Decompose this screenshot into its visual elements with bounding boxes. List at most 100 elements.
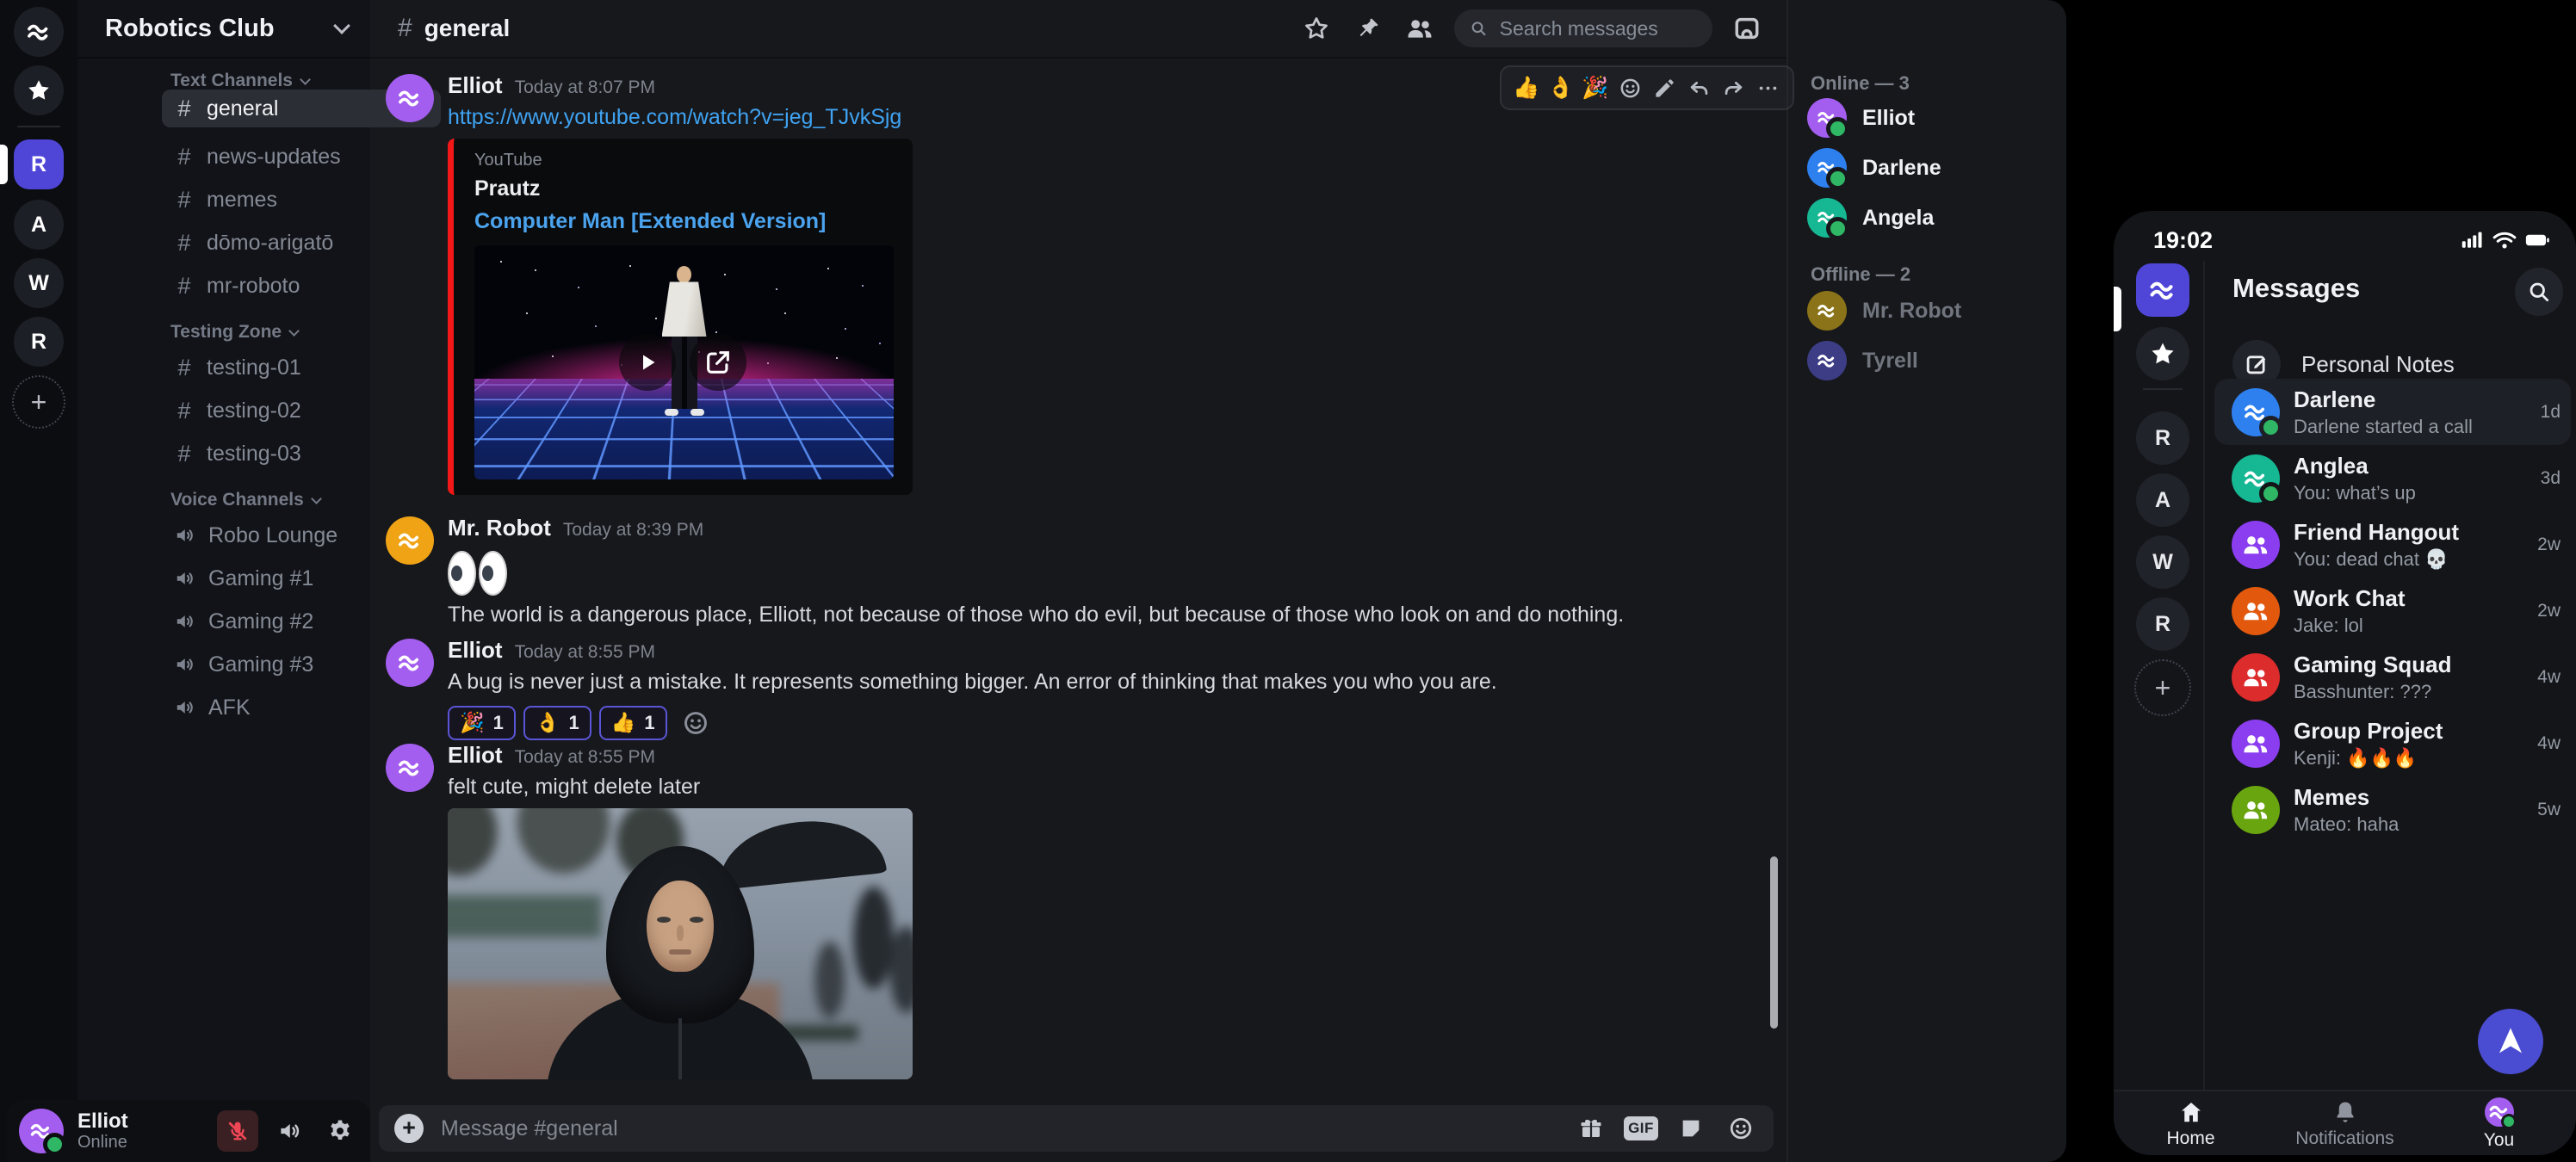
edit-message-button[interactable] bbox=[1648, 71, 1681, 105]
message-input[interactable] bbox=[439, 1116, 1558, 1142]
member-angela[interactable]: Angela bbox=[1807, 196, 2048, 239]
mic-mute-button[interactable] bbox=[217, 1110, 258, 1152]
saved-messages-button[interactable] bbox=[2136, 327, 2189, 380]
server-a[interactable]: A bbox=[2136, 473, 2189, 527]
speaker-icon bbox=[277, 1118, 303, 1144]
server-a[interactable]: A bbox=[14, 200, 64, 250]
message-text: A bug is never just a mistake. It repres… bbox=[448, 670, 1497, 695]
server-robotics-club[interactable]: R bbox=[14, 139, 64, 189]
add-server-button[interactable]: + bbox=[2134, 659, 2191, 716]
search-icon bbox=[2527, 280, 2551, 304]
group-avatar bbox=[2232, 587, 2280, 635]
server-r[interactable]: R bbox=[2136, 411, 2189, 465]
members-toggle-button[interactable] bbox=[1403, 11, 1437, 46]
member-elliot[interactable]: Elliot bbox=[1807, 96, 2048, 139]
category-text-channels[interactable]: Text Channels bbox=[170, 71, 309, 91]
gif-picker-button[interactable]: GIF bbox=[1624, 1111, 1658, 1146]
more-options-button[interactable] bbox=[1751, 71, 1784, 105]
chat-row-group-project[interactable]: Group ProjectKenji: 🔥🔥🔥 4w bbox=[2214, 710, 2571, 776]
server-r2[interactable]: R bbox=[2136, 597, 2189, 651]
speaker-icon bbox=[174, 696, 196, 719]
nav-you[interactable]: You bbox=[2422, 1091, 2576, 1155]
message-timestamp: Today at 8:55 PM bbox=[515, 642, 655, 663]
reply-button[interactable] bbox=[1682, 71, 1715, 105]
message-author[interactable]: Elliot bbox=[448, 742, 503, 769]
message-author[interactable]: Mr. Robot bbox=[448, 515, 551, 541]
quick-react-thumbsup[interactable]: 👍 bbox=[1510, 71, 1543, 105]
add-reaction-button[interactable] bbox=[1613, 71, 1646, 105]
compose-icon bbox=[2245, 352, 2269, 376]
message-author[interactable]: Elliot bbox=[448, 72, 503, 99]
online-status-dot bbox=[2259, 482, 2282, 505]
member-darlene[interactable]: Darlene bbox=[1807, 146, 2048, 189]
add-server-button[interactable]: + bbox=[12, 375, 65, 429]
message-link[interactable]: https://www.youtube.com/watch?v=jeg_TJvk… bbox=[448, 105, 913, 130]
nav-home[interactable]: Home bbox=[2114, 1091, 2268, 1155]
chat-row-gaming-squad[interactable]: Gaming SquadBasshunter: ??? 4w bbox=[2214, 644, 2571, 710]
chevron-down-icon bbox=[311, 493, 322, 504]
avatar[interactable] bbox=[386, 516, 434, 565]
chat-row-memes[interactable]: MemesMateo: haha 5w bbox=[2214, 776, 2571, 843]
open-external-button[interactable] bbox=[690, 334, 746, 391]
avatar[interactable] bbox=[386, 74, 434, 122]
embed-title[interactable]: Computer Man [Extended Version] bbox=[474, 209, 894, 234]
chat-row-friend-hangout[interactable]: Friend HangoutYou: dead chat 💀 2w bbox=[2214, 511, 2571, 578]
add-reaction-button[interactable] bbox=[682, 709, 709, 737]
chat-row-anglea[interactable]: AngleaYou: what’s up 3d bbox=[2214, 445, 2571, 511]
avatar bbox=[2232, 388, 2280, 436]
server-w[interactable]: W bbox=[14, 258, 64, 308]
avatar[interactable] bbox=[386, 744, 434, 792]
deafen-button[interactable] bbox=[272, 1110, 308, 1152]
chat-row-work-chat[interactable]: Work ChatJake: lol 2w bbox=[2214, 578, 2571, 644]
server-w[interactable]: W bbox=[2136, 535, 2189, 589]
new-message-fab[interactable] bbox=[2478, 1009, 2543, 1074]
member-mr-robot[interactable]: Mr. Robot bbox=[1807, 289, 2048, 332]
emoji-picker-button[interactable] bbox=[1724, 1111, 1758, 1146]
reaction-party[interactable]: 🎉1 bbox=[448, 706, 516, 740]
home-button[interactable] bbox=[2136, 263, 2189, 317]
reaction-thumbsup[interactable]: 👍1 bbox=[599, 706, 667, 740]
group-icon bbox=[2241, 596, 2270, 626]
chat-row-darlene[interactable]: DarleneDarlene started a call 1d bbox=[2214, 379, 2571, 445]
channel-header: # general bbox=[370, 0, 1786, 59]
online-status-dot bbox=[1826, 167, 1849, 190]
sidebar-toggle-button[interactable] bbox=[1730, 11, 1764, 46]
pinned-messages-button[interactable] bbox=[1351, 11, 1385, 46]
play-button[interactable] bbox=[619, 334, 676, 391]
saved-messages-button[interactable] bbox=[14, 65, 64, 115]
avatar bbox=[2232, 454, 2280, 503]
sticker-button[interactable] bbox=[1674, 1111, 1708, 1146]
search-button[interactable] bbox=[2515, 268, 2563, 316]
nav-notifications[interactable]: Notifications bbox=[2268, 1091, 2422, 1155]
quick-react-ok-hand[interactable]: 👌 bbox=[1545, 71, 1577, 105]
chat-scrollbar[interactable] bbox=[1770, 856, 1778, 1029]
avatar[interactable] bbox=[386, 639, 434, 687]
category-voice-channels[interactable]: Voice Channels bbox=[170, 490, 320, 510]
hash-icon: # bbox=[174, 355, 195, 381]
gift-button[interactable] bbox=[1574, 1111, 1608, 1146]
group-avatar bbox=[2232, 521, 2280, 569]
member-tyrell[interactable]: Tyrell bbox=[1807, 339, 2048, 382]
eyes-emoji bbox=[448, 549, 1624, 597]
server-r2[interactable]: R bbox=[14, 317, 64, 367]
photo-attachment[interactable] bbox=[448, 808, 913, 1079]
embed-author[interactable]: Prautz bbox=[474, 176, 894, 201]
server-header[interactable]: Robotics Club bbox=[77, 0, 370, 59]
favorite-channel-button[interactable] bbox=[1299, 11, 1334, 46]
message-author[interactable]: Elliot bbox=[448, 637, 503, 664]
quick-react-party[interactable]: 🎉 bbox=[1579, 71, 1612, 105]
sticker-icon bbox=[1679, 1116, 1703, 1140]
forward-button[interactable] bbox=[1717, 71, 1749, 105]
avatar bbox=[1807, 341, 1847, 380]
status-bar: 19:02 bbox=[2153, 221, 2550, 259]
video-thumbnail[interactable] bbox=[474, 245, 894, 479]
reaction-ok-hand[interactable]: 👌1 bbox=[523, 706, 591, 740]
category-testing-zone[interactable]: Testing Zone bbox=[170, 322, 298, 343]
active-server-indicator bbox=[2114, 287, 2121, 331]
home-button[interactable] bbox=[14, 7, 64, 57]
avatar[interactable] bbox=[19, 1109, 64, 1153]
attach-file-button[interactable]: + bbox=[394, 1114, 424, 1143]
search-input[interactable] bbox=[1498, 16, 1697, 41]
bell-icon bbox=[2332, 1099, 2358, 1125]
settings-button[interactable] bbox=[322, 1110, 358, 1152]
